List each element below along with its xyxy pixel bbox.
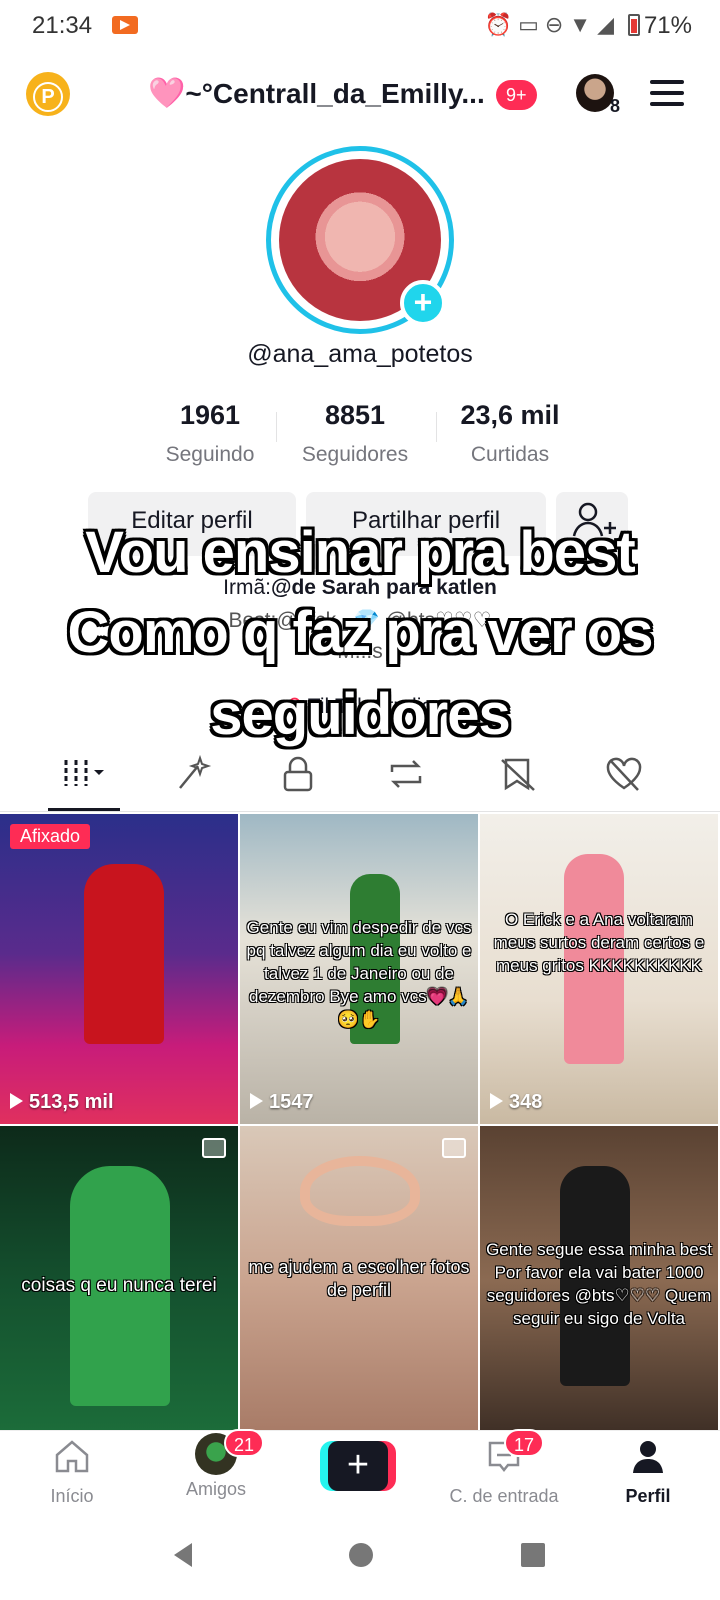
nav-label: Perfil — [625, 1486, 671, 1506]
overlay-caption-line: Vou ensinar pra best — [85, 520, 635, 585]
tab-videos[interactable] — [56, 752, 116, 796]
video-caption: coisas q eu nunca terei — [21, 1275, 217, 1296]
status-time: 21:34 — [32, 12, 93, 39]
video-caption: O Erick e a Ana voltaram meus surtos der… — [493, 910, 705, 975]
photo-icon — [202, 1138, 226, 1158]
create-button[interactable]: + — [320, 1441, 396, 1491]
accounts-count: 8 — [610, 96, 621, 116]
stat-likes[interactable]: 23,6 mil Curtidas — [440, 400, 580, 467]
battery-icon — [628, 14, 640, 36]
stat-number: 8851 — [324, 400, 386, 430]
pinned-badge: Afixado — [10, 824, 91, 849]
plus-icon: + — [328, 1441, 388, 1491]
cast-icon: ▭ — [518, 12, 545, 37]
view-count: 513,5 mil — [10, 1091, 114, 1114]
play-icon — [250, 1093, 263, 1109]
video-tile[interactable]: Gente segue essa minha best Por favor el… — [480, 1126, 718, 1436]
view-count: 348 — [490, 1091, 542, 1114]
grid-icon — [64, 760, 104, 786]
video-tile[interactable]: Gente eu vim despedir de vcs pq talvez a… — [240, 814, 478, 1124]
tab-hidden-favorites[interactable] — [594, 752, 654, 796]
content-tabs — [0, 744, 720, 812]
hidden-bookmark-icon — [501, 758, 535, 791]
signal-icon: ◢ — [597, 12, 620, 37]
play-icon — [490, 1093, 503, 1109]
tab-repost[interactable] — [376, 752, 436, 796]
nav-label: Início — [50, 1486, 94, 1506]
repost-icon — [390, 760, 422, 788]
system-nav — [0, 1520, 720, 1600]
add-story-button[interactable]: + — [400, 280, 446, 326]
screen-record-icon — [112, 16, 138, 34]
video-caption: me ajudem a escolher fotos de perfil — [248, 1257, 470, 1300]
profile-stats: 1961 Seguindo 8851 Seguidores 23,6 mil C… — [140, 400, 580, 470]
divider — [436, 412, 437, 442]
heart-icon: 🩷 — [148, 77, 186, 110]
home-circle-icon[interactable] — [348, 1542, 374, 1568]
stat-number: 23,6 mil — [460, 400, 560, 430]
friends-badge: 21 — [224, 1429, 265, 1457]
username: ~°Centrall_da_Emilly... — [185, 78, 485, 109]
video-tile[interactable]: me ajudem a escolher fotos de perfil — [240, 1126, 478, 1436]
back-icon[interactable] — [168, 1540, 198, 1570]
home-icon — [55, 1440, 89, 1473]
divider — [276, 412, 277, 442]
lock-icon — [283, 756, 313, 792]
stat-label: Curtidas — [470, 443, 550, 466]
play-icon — [10, 1093, 23, 1109]
inbox-badge: 17 — [504, 1429, 545, 1457]
status-bar: 21:34 ⏰▭⊖▼◢ 71% — [0, 0, 720, 56]
nav-inbox[interactable]: 17 C. de entrada — [434, 1429, 574, 1507]
thumbnail-hands — [300, 1156, 420, 1226]
stat-following[interactable]: 1961 Seguindo — [140, 400, 280, 467]
video-caption: Gente segue essa minha best Por favor el… — [486, 1240, 712, 1328]
recents-icon[interactable] — [520, 1542, 546, 1568]
nav-friends[interactable]: 21 Amigos — [146, 1429, 286, 1500]
status-icons: ⏰▭⊖▼◢ — [485, 12, 620, 38]
nav-home[interactable]: Início — [2, 1437, 142, 1507]
notification-badge: 9+ — [496, 80, 537, 110]
alarm-icon: ⏰ — [484, 12, 519, 37]
tab-reposts-effects[interactable] — [162, 752, 222, 796]
overlay-caption-line: Como q faz pra ver os — [67, 600, 654, 665]
sparkle-icon — [179, 754, 212, 789]
menu-icon[interactable] — [650, 80, 684, 106]
stat-label: Seguidores — [301, 443, 409, 466]
video-tile[interactable]: O Erick e a Ana voltaram meus surtos der… — [480, 814, 718, 1124]
video-tile[interactable]: Afixado 513,5 mil — [0, 814, 238, 1124]
points-icon[interactable]: P — [26, 72, 70, 116]
video-tile[interactable]: coisas q eu nunca terei — [0, 1126, 238, 1436]
account-switcher[interactable]: 🩷~°Centrall_da_Emilly... — [148, 76, 485, 111]
video-grid: Afixado 513,5 mil Gente eu vim despedir … — [0, 814, 720, 1436]
battery-percent: 71% — [643, 12, 692, 39]
view-count: 1547 — [250, 1091, 314, 1114]
video-caption: Gente eu vim despedir de vcs pq talvez a… — [246, 918, 472, 1029]
tab-hidden-liked[interactable] — [488, 752, 548, 796]
stat-label: Seguindo — [165, 443, 255, 466]
accounts-avatar[interactable] — [576, 74, 614, 112]
photo-icon — [442, 1138, 466, 1158]
profile-header: P 🩷~°Centrall_da_Emilly... 9+ 8 — [0, 60, 720, 132]
hidden-heart-icon — [606, 757, 642, 791]
nav-label: Amigos — [185, 1479, 247, 1499]
stat-followers[interactable]: 8851 Seguidores — [285, 400, 425, 467]
stat-number: 1961 — [179, 400, 241, 430]
bottom-nav: Início 21 Amigos + 17 C. de entrada Perf… — [0, 1429, 720, 1518]
active-tab-indicator — [48, 808, 120, 811]
wifi-icon: ▼ — [569, 12, 598, 37]
profile-icon — [633, 1441, 663, 1473]
dnd-icon: ⊖ — [544, 12, 570, 37]
tab-private[interactable] — [268, 752, 328, 796]
profile-handle: @ana_ama_potetos — [247, 340, 473, 368]
nav-label: C. de entrada — [449, 1486, 559, 1506]
nav-profile[interactable]: Perfil — [578, 1437, 718, 1507]
thumbnail-figure — [84, 864, 164, 1044]
